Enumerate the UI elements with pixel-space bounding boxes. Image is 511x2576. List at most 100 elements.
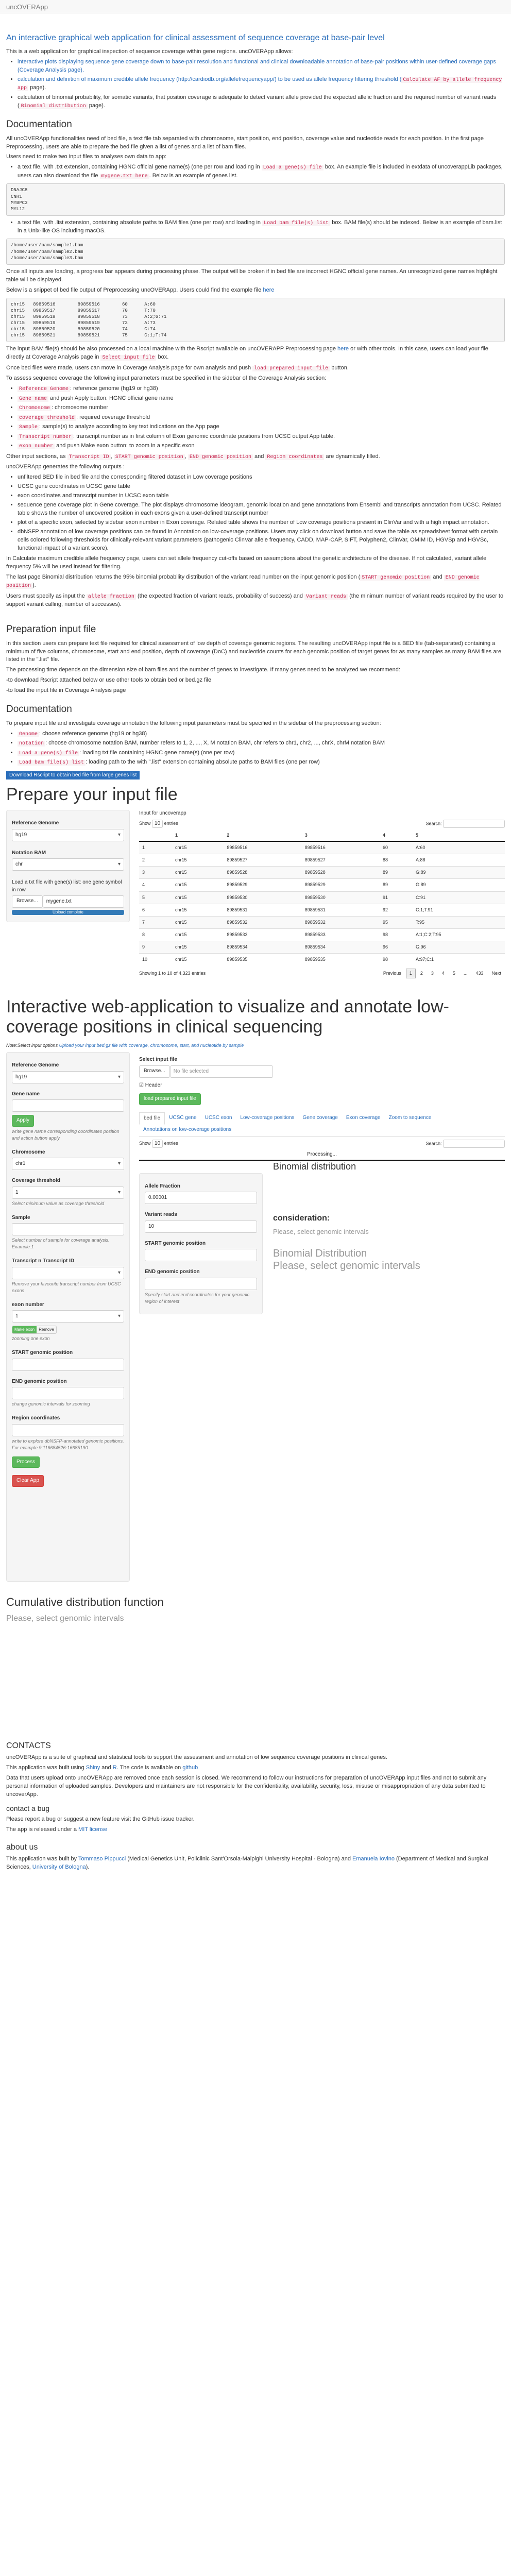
page-2[interactable]: 2 xyxy=(417,969,427,978)
page-next[interactable]: Next xyxy=(488,969,505,978)
column-header[interactable]: 2 xyxy=(224,830,302,842)
table-row[interactable]: 1 chr15 89859516 89859516 60 A:60 xyxy=(139,841,505,854)
switch[interactable]: Make exon Remove xyxy=(12,1326,57,1334)
gene-file-input[interactable]: Browse... mygene.txt xyxy=(12,895,124,908)
bug-text: Please report a bug or suggest a new fea… xyxy=(6,1816,195,1823)
tab-ucsc-gene[interactable]: UCSC gene xyxy=(165,1112,200,1125)
search-control: Search: xyxy=(425,1139,505,1148)
github-link[interactable]: github xyxy=(182,1765,198,1771)
table-row[interactable]: 9 chr15 89859534 89859534 96 G:96 xyxy=(139,940,505,954)
table-cell: 89859535 xyxy=(224,953,302,965)
page-433[interactable]: 433 xyxy=(472,969,487,978)
example-file-link[interactable]: here xyxy=(263,287,274,293)
notation-bam-select[interactable]: chr xyxy=(12,858,124,871)
page-3[interactable]: 3 xyxy=(428,969,437,978)
table-cell: chr15 xyxy=(172,891,224,904)
load-input-button[interactable]: load prepared input file xyxy=(139,1093,201,1105)
make-exon-switch[interactable]: Make exon Remove xyxy=(12,1326,124,1334)
end-position-input[interactable] xyxy=(12,1387,124,1400)
docs-p6: Once bed files were made, users can move… xyxy=(6,364,505,373)
gene-name-input[interactable] xyxy=(12,1099,124,1112)
note-link[interactable]: Upload your input bed.gz file with cover… xyxy=(59,1043,244,1048)
sample-input[interactable] xyxy=(12,1223,124,1236)
column-header[interactable] xyxy=(139,830,173,842)
intro-item-1[interactable]: interactive plots displaying sequence ge… xyxy=(18,59,496,73)
table-row[interactable]: 7 chr15 89859532 89859532 95 T:95 xyxy=(139,916,505,929)
rscript-link[interactable]: here xyxy=(337,346,349,352)
intro-item-2[interactable]: calculation and definition of maximum cr… xyxy=(18,76,401,82)
page-4[interactable]: 4 xyxy=(438,969,448,978)
download-rscript-button[interactable]: Download Rscript to obtain bed file from… xyxy=(6,771,140,780)
mygene-link[interactable]: mygene.txt here xyxy=(99,173,149,179)
region-coordinates-input[interactable] xyxy=(12,1423,124,1436)
shiny-link[interactable]: Shiny xyxy=(86,1765,100,1771)
app-title[interactable]: uncOVERApp xyxy=(6,3,48,11)
column-header[interactable]: 5 xyxy=(413,830,505,842)
text: The input BAM file(s) should be also pro… xyxy=(6,346,338,352)
pagination: Previous 1 2 3 4 5 ... 433 Next xyxy=(380,968,505,978)
checkbox-checked-icon[interactable]: ☑ xyxy=(139,1082,144,1088)
table-row[interactable]: 10 chr15 89859535 89859535 98 A:97;C:1 xyxy=(139,953,505,965)
start-position-input[interactable] xyxy=(12,1358,124,1371)
text: Header xyxy=(145,1082,162,1088)
table-row[interactable]: 8 chr15 89859533 89859533 98 A:1;C:2;T:95 xyxy=(139,928,505,941)
table-cell: 89859532 xyxy=(224,916,302,929)
outputs-list: unfiltered BED file in bed file and the … xyxy=(18,473,505,552)
table-cell: chr15 xyxy=(172,854,224,867)
tab-low-coverage[interactable]: Low-coverage positions xyxy=(236,1112,298,1125)
tab-zoom[interactable]: Zoom to sequence xyxy=(385,1112,436,1125)
coverage-threshold-select[interactable]: 1 xyxy=(12,1186,124,1199)
docs-inputs-list: a text file, with .txt extension, contai… xyxy=(18,163,505,180)
binom-start-input[interactable] xyxy=(145,1249,257,1262)
process-button[interactable]: Process xyxy=(12,1456,40,1468)
variant-reads-input[interactable]: 10 xyxy=(145,1220,257,1233)
processing-indicator: Processing... xyxy=(139,1150,505,1161)
table-cell: A:97;C:1 xyxy=(413,953,505,965)
browse-button[interactable]: Browse... xyxy=(12,895,43,908)
transcript-select[interactable] xyxy=(12,1266,124,1279)
allele-fraction-input[interactable]: 0.00001 xyxy=(145,1192,257,1205)
tab-ucsc-exon[interactable]: UCSC exon xyxy=(201,1112,236,1125)
license-link[interactable]: MIT license xyxy=(78,1826,107,1833)
table-info: Showing 1 to 10 of 4,323 entries xyxy=(139,970,206,976)
table-row[interactable]: 6 chr15 89859531 89859531 92 C:1;T:91 xyxy=(139,903,505,917)
page-1[interactable]: 1 xyxy=(405,968,416,978)
tab-annotations[interactable]: Annotations on low-coverage positions xyxy=(139,1124,235,1136)
university-link[interactable]: University of Bologna xyxy=(32,1864,86,1870)
page-previous[interactable]: Previous xyxy=(380,969,405,978)
tab-exon-coverage[interactable]: Exon coverage xyxy=(342,1112,385,1125)
table-row[interactable]: 3 chr15 89859528 89859528 89 G:89 xyxy=(139,866,505,879)
column-header[interactable]: 1 xyxy=(172,830,224,842)
column-header[interactable]: 4 xyxy=(380,830,413,842)
bed-snippet: chr15 89859516 89859516 60 A:60 chr15 89… xyxy=(6,297,505,343)
cov-search-input[interactable] xyxy=(443,1139,505,1148)
table-row[interactable]: 5 chr15 89859530 89859530 91 C:91 xyxy=(139,891,505,904)
search-input[interactable] xyxy=(443,819,505,828)
table-cell: 89859528 xyxy=(301,866,380,879)
exon-number-select[interactable]: 1 xyxy=(12,1310,124,1323)
tab-gene-coverage[interactable]: Gene coverage xyxy=(298,1112,342,1125)
entries-select[interactable]: 10 xyxy=(152,819,163,828)
binom-end-input[interactable] xyxy=(145,1277,257,1290)
table-row[interactable]: 2 chr15 89859527 89859527 88 A:88 xyxy=(139,854,505,867)
author-link-1[interactable]: Tommaso Pippucci xyxy=(78,1856,126,1862)
author-link-2[interactable]: Emanuela Iovino xyxy=(352,1856,395,1862)
column-header[interactable]: 3 xyxy=(301,830,380,842)
header-checkbox[interactable]: ☑ Header xyxy=(139,1082,505,1090)
r-link[interactable]: R xyxy=(113,1765,117,1771)
reference-genome-select[interactable]: hg19 xyxy=(12,828,124,841)
tab-bed-file[interactable]: bed file xyxy=(139,1112,165,1125)
cov-file-input[interactable]: Browse... No file selected xyxy=(139,1065,273,1078)
page-5[interactable]: 5 xyxy=(449,969,459,978)
cov-browse-button[interactable]: Browse... xyxy=(139,1065,170,1078)
table-cell: 10 xyxy=(139,953,173,965)
chromosome-select[interactable]: chr1 xyxy=(12,1158,124,1171)
text: ). xyxy=(86,1864,90,1871)
table-row[interactable]: 4 chr15 89859529 89859529 89 G:89 xyxy=(139,878,505,892)
cov-reference-select[interactable]: hg19 xyxy=(12,1071,124,1083)
docs-p4: Below is a snippet of bed file output of… xyxy=(6,286,505,295)
apply-button[interactable]: Apply xyxy=(12,1115,35,1127)
clear-app-button[interactable]: Clear App xyxy=(12,1475,44,1487)
entries-select[interactable]: 10 xyxy=(152,1139,163,1148)
